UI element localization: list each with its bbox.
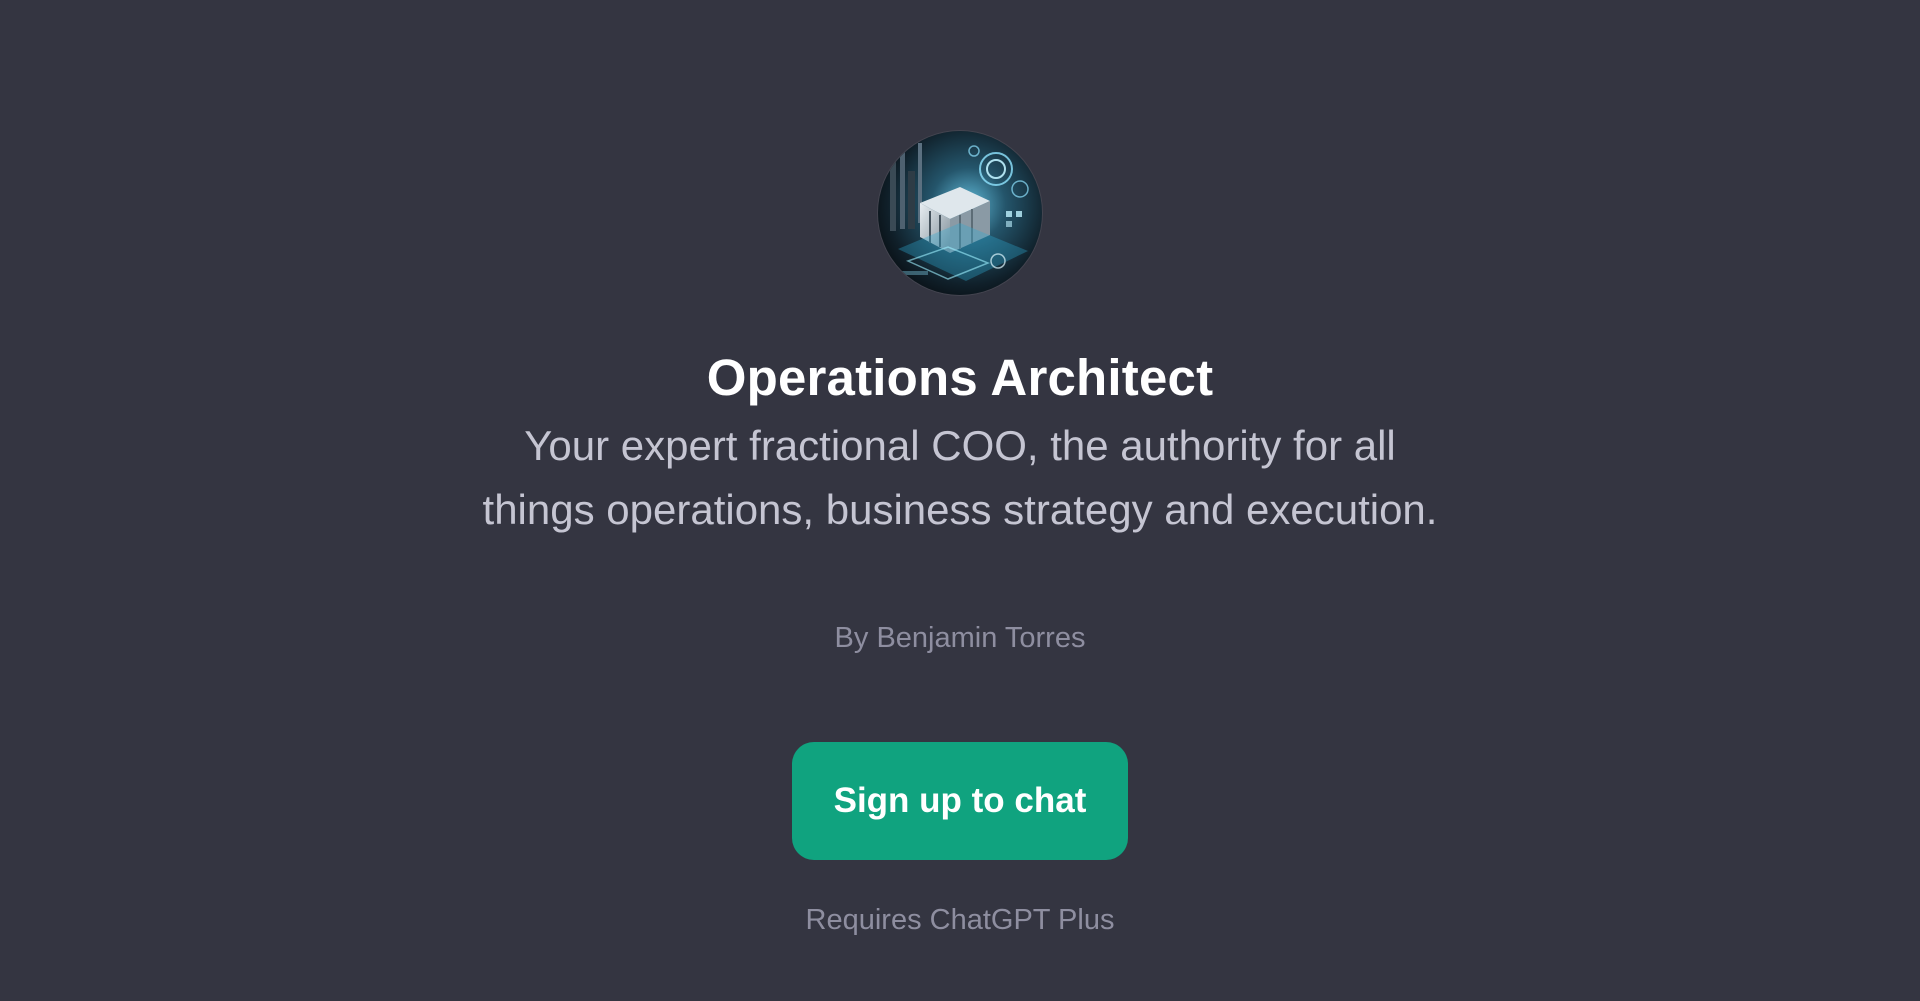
operations-architecture-avatar-icon bbox=[878, 131, 1042, 295]
plan-requirement-note: Requires ChatGPT Plus bbox=[805, 904, 1115, 936]
gpt-title: Operations Architect bbox=[706, 349, 1214, 406]
gpt-author: By Benjamin Torres bbox=[834, 622, 1086, 654]
sign-up-to-chat-button[interactable]: Sign up to chat bbox=[792, 742, 1128, 860]
gpt-landing-page: Operations Architect Your expert fractio… bbox=[0, 0, 1920, 1001]
gpt-avatar bbox=[878, 131, 1042, 295]
gpt-description: Your expert fractional COO, the authorit… bbox=[482, 422, 1438, 533]
